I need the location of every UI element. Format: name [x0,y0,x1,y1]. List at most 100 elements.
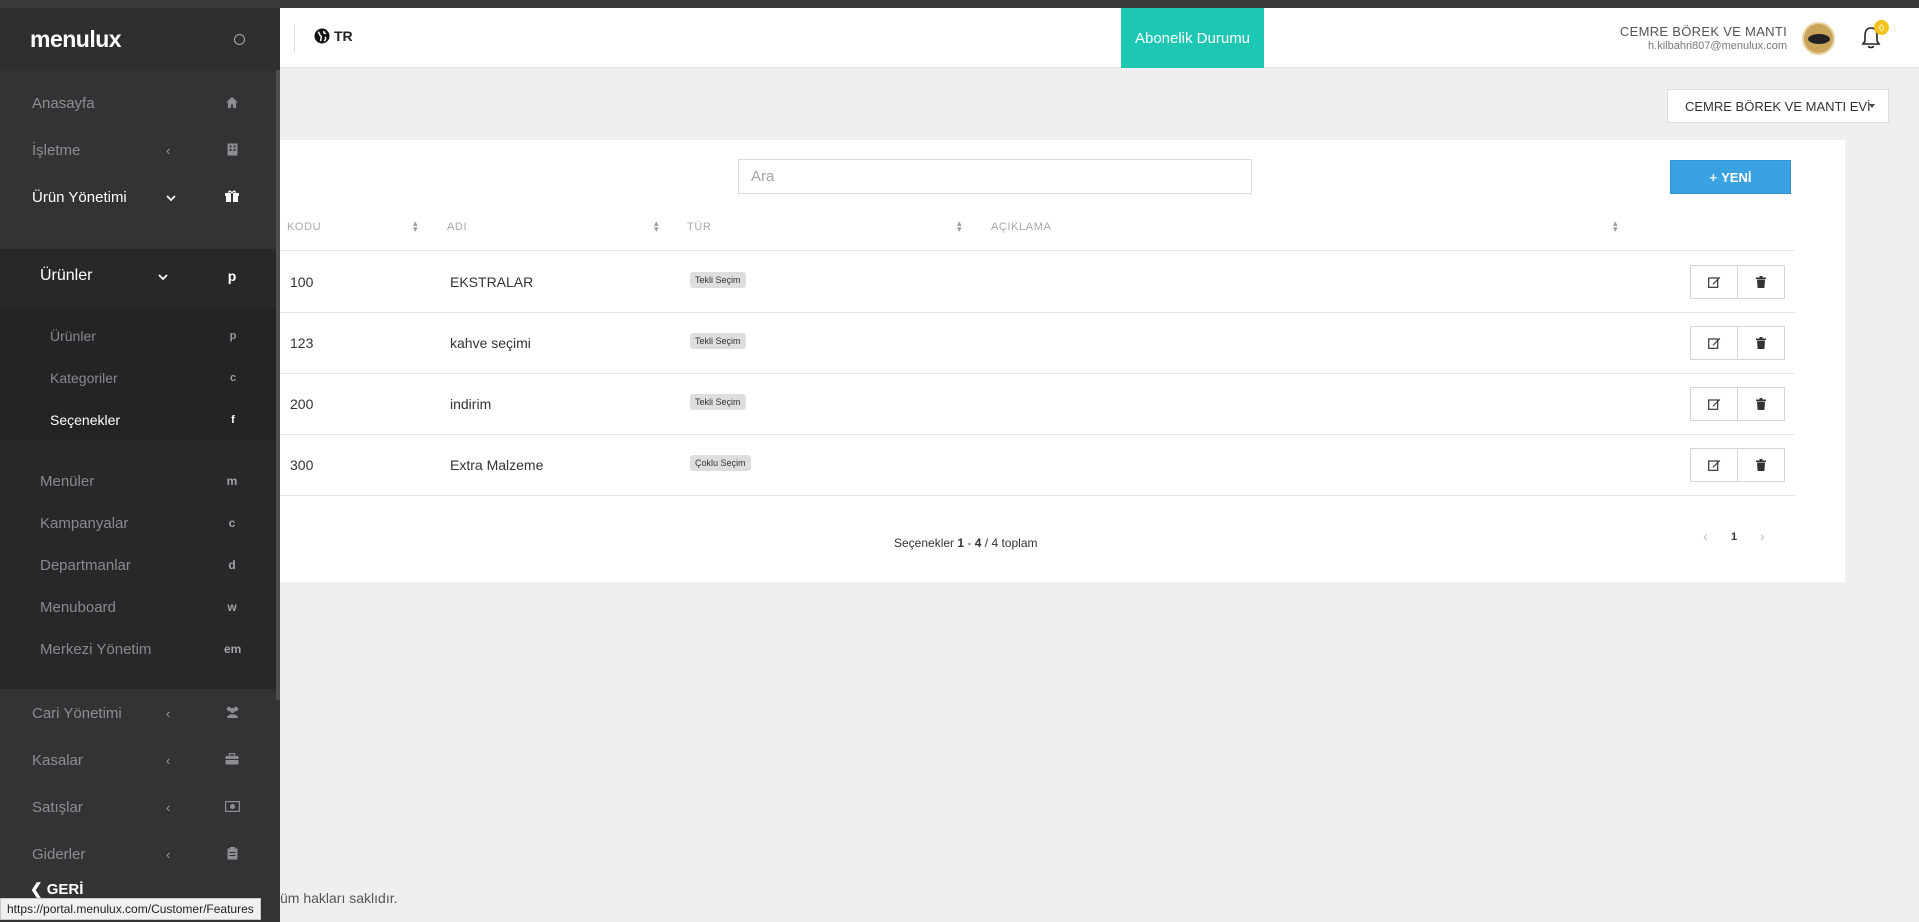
add-new-button[interactable]: + YENİ [1670,160,1791,194]
sidebar-item-label: Satışlar [32,799,83,816]
chevron-down-icon [166,190,176,205]
search-input[interactable] [738,159,1252,194]
sidebar-item-label: Anasayfa [32,95,95,112]
store-dropdown[interactable]: CEMRE BÖREK VE MANTI EVİ [1667,89,1889,123]
sidebar-item-kasalar[interactable]: Kasalar ‹ [0,737,276,784]
table-divider [280,250,1795,251]
back-label: GERİ [46,881,84,898]
sidebar-toggle-icon[interactable] [234,33,245,45]
briefcase-icon [224,752,240,768]
subscription-status-button[interactable]: Abonelik Durumu [1121,8,1264,68]
table-row-divider [280,434,1795,435]
letter-p-icon: p [227,268,237,284]
money-icon [224,800,240,815]
chevron-left-icon: ‹ [166,800,171,815]
avatar[interactable] [1802,22,1835,55]
sidebar-item-isletme[interactable]: İşletme ‹ [0,127,276,174]
sidebar-item-label: Ürün Yönetimi [32,189,127,206]
sidebar-subitem-urunler[interactable]: Ürünler p [0,255,276,297]
sidebar-subitem-menuboard[interactable]: Menuboard w [0,586,276,628]
sidebar-item-urun-yonetimi[interactable]: Ürün Yönetimi [0,174,276,221]
chevron-left-icon: ‹ [166,753,171,768]
sort-icon[interactable]: ▴ ▾ [413,219,418,234]
type-badge: Tekli Seçim [690,333,746,349]
delete-button[interactable] [1737,326,1785,360]
table-row-divider [280,312,1795,313]
row-code: 200 [290,396,314,412]
sidebar-brand: menulux [0,8,280,70]
trash-icon [1756,276,1766,288]
prev-page-icon[interactable]: ‹ [1703,528,1708,544]
user-name[interactable]: CEMRE BÖREK VE MANTI [1620,24,1787,39]
sidebar-item-satislar[interactable]: Satışlar ‹ [0,784,276,831]
delete-button[interactable] [1737,265,1785,299]
sidebar-subitem-menuler[interactable]: Menüler m [0,460,276,502]
edit-button[interactable] [1690,448,1738,482]
letter-w-icon: w [227,600,237,614]
row-name: EKSTRALAR [450,274,534,290]
letter-em-icon: em [224,642,242,656]
globe-icon [314,28,330,44]
sidebar-item-label: Cari Yönetimi [32,705,122,722]
sidebar-subitem-label: Merkezi Yönetim [40,640,152,658]
sidebar-subitem-departmanlar[interactable]: Departmanlar d [0,544,276,586]
edit-icon [1707,277,1720,288]
pagination-dash: - [967,536,972,550]
edit-icon [1707,338,1720,349]
sidebar-item-cari-yonetimi[interactable]: Cari Yönetimi ‹ [0,690,276,737]
page-number[interactable]: 1 [1731,531,1737,543]
chevron-left-icon: ‹ [166,847,171,862]
column-header-kodu[interactable]: KODU [287,221,321,233]
column-header-aciklama[interactable]: AÇIKLAMA [991,221,1051,233]
building-icon [224,143,240,159]
sidebar-item-anasayfa[interactable]: Anasayfa [0,80,276,127]
letter-c-icon: c [228,516,236,530]
sidebar-subitem-merkezi-yonetim[interactable]: Merkezi Yönetim em [0,628,276,670]
top-header: TR Abonelik Durumu CEMRE BÖREK VE MANTI … [280,8,1919,68]
sidebar-subitem-secenekler[interactable]: Seçenekler f [0,399,276,441]
notification-badge: 0 [1874,20,1889,35]
plus-icon: + [1709,169,1718,185]
sidebar-item-label: İşletme [32,142,81,159]
chevron-left-icon: ‹ [166,143,171,158]
sidebar-subitem-label: Seçenekler [50,412,121,428]
sidebar-item-giderler[interactable]: Giderler ‹ [0,831,276,878]
row-code: 123 [290,335,314,351]
trash-icon [1756,459,1766,471]
delete-button[interactable] [1737,387,1785,421]
sort-icon[interactable]: ▴ ▾ [1613,219,1618,234]
back-button[interactable]: ❮ GERİ [30,880,83,898]
edit-button[interactable] [1690,387,1738,421]
column-header-tur[interactable]: TÜR [687,221,711,233]
pagination-from: 1 [957,536,965,550]
content-panel [280,140,1845,582]
sort-icon[interactable]: ▴ ▾ [957,219,962,234]
letter-c-icon: c [229,372,237,384]
header-divider [294,24,295,52]
letter-p-icon: p [229,330,237,342]
delete-button[interactable] [1737,448,1785,482]
sort-icon[interactable]: ▴ ▾ [654,219,659,234]
language-selector[interactable]: TR [314,28,353,44]
edit-button[interactable] [1690,265,1738,299]
next-page-icon[interactable]: › [1760,528,1765,544]
sidebar-subitem-label: Ürünler [50,328,96,344]
sidebar-subitem-label: Kategoriler [50,370,118,386]
add-new-label: YENİ [1721,169,1752,185]
sidebar-subitem-urunler-list[interactable]: Ürünler p [0,315,276,357]
edit-icon [1707,399,1720,410]
pagination-prefix: Seçenekler [894,536,955,550]
sidebar-subitem-kampanyalar[interactable]: Kampanyalar c [0,502,276,544]
sidebar-subitem-kategoriler[interactable]: Kategoriler c [0,357,276,399]
edit-button[interactable] [1690,326,1738,360]
sidebar-subitem-label: Ürünler [40,267,93,284]
sidebar-subitem-label: Departmanlar [40,556,131,574]
brand-logo[interactable]: menulux [30,26,122,53]
column-header-adi[interactable]: ADI [447,221,467,233]
row-code: 300 [290,457,314,473]
sidebar-subitem-label: Menüler [40,472,95,490]
row-name: indirim [450,396,492,412]
letter-m-icon: m [226,474,238,488]
pagination-summary: Seçenekler 1 - 4 / 4 toplam [894,536,1038,550]
home-icon [224,96,240,112]
